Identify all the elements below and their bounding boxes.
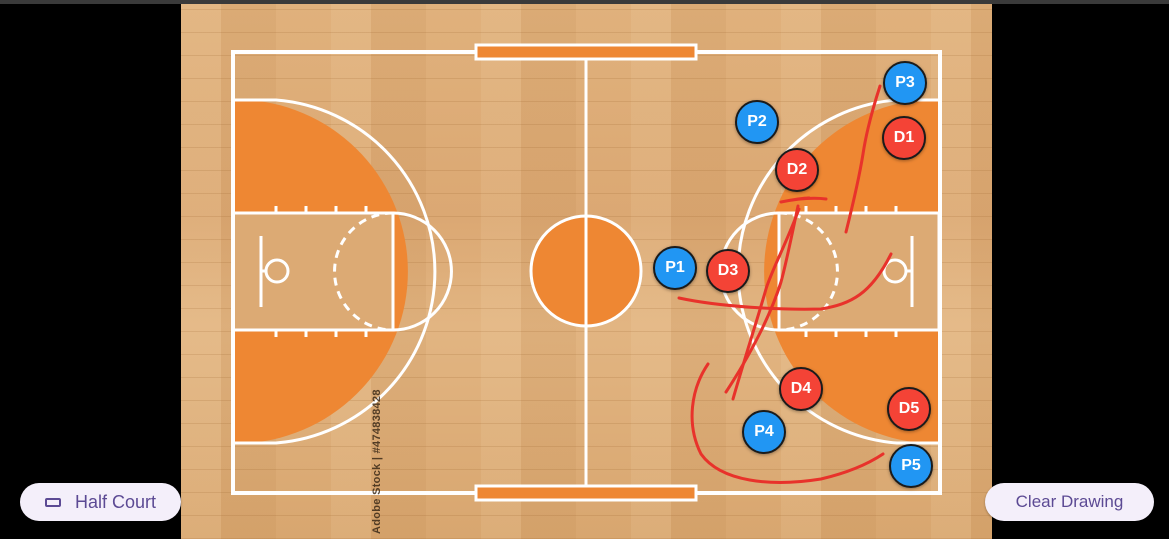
half-court-button[interactable]: Half Court [20,483,181,521]
drawing-stroke [844,84,882,234]
clear-drawing-label: Clear Drawing [1015,492,1124,511]
player-d4[interactable]: D4 [779,367,823,411]
court-outline-icon [44,497,61,507]
player-p4[interactable]: P4 [742,410,786,454]
player-d5[interactable]: D5 [887,387,931,431]
player-d3[interactable]: D3 [706,249,750,293]
player-p1[interactable]: P1 [653,246,697,290]
player-p3[interactable]: P3 [883,61,927,105]
player-p2[interactable]: P2 [735,100,779,144]
drawing-stroke [779,196,828,204]
player-d1[interactable]: D1 [882,116,926,160]
player-d2[interactable]: D2 [775,148,819,192]
stock-watermark: Adobe Stock | #474838428 [371,389,383,534]
half-court-label: Half Court [74,491,157,512]
drawing-layer[interactable] [181,4,992,539]
basketball-court[interactable]: Adobe Stock | #474838428 [181,4,992,539]
clear-drawing-button[interactable]: Clear Drawing [985,483,1154,521]
player-p5[interactable]: P5 [889,444,933,488]
